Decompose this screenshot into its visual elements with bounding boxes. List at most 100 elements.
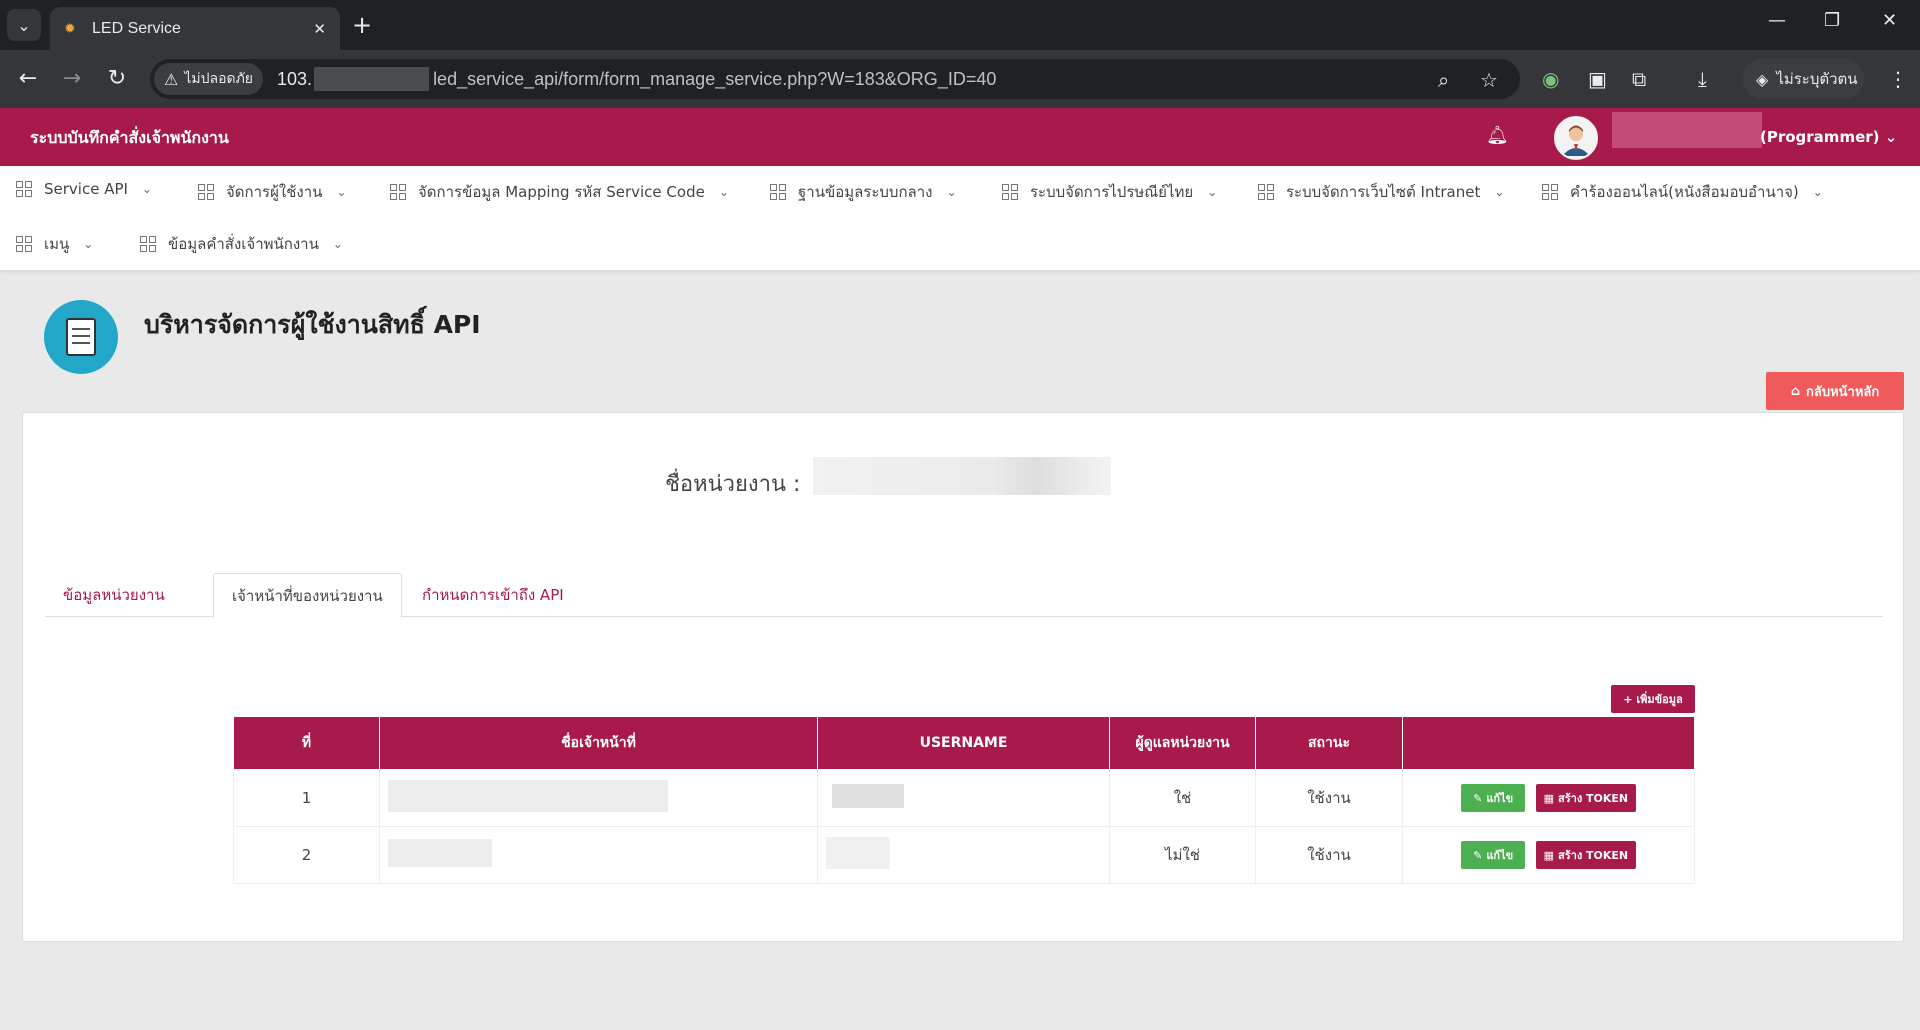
security-label: ไม่ปลอดภัย: [184, 71, 254, 87]
redacted-org-name: [813, 457, 1111, 495]
add-record-button[interactable]: + เพิ่มข้อมูล: [1611, 685, 1695, 713]
nav-item-label: ระบบจัดการไปรษณีย์ไทย: [1030, 183, 1194, 201]
user-avatar-icon: [1556, 118, 1596, 158]
grid-icon: [1542, 184, 1558, 200]
tab-search-button[interactable]: ⌄: [7, 9, 41, 41]
url-path: led_service_api/form/form_manage_service…: [433, 68, 997, 89]
nav-item-label: จัดการผู้ใช้งาน: [226, 183, 323, 201]
redacted-username: [1612, 112, 1762, 148]
token-label: สร้าง TOKEN: [1558, 849, 1629, 862]
nav-item-intranet[interactable]: ระบบจัดการเว็บไซต์ Intranet ⌄: [1258, 180, 1504, 204]
tab-org-staff[interactable]: เจ้าหน้าที่ของหน่วยงาน: [213, 573, 402, 618]
home-button[interactable]: ⌂ กลับหน้าหลัก: [1766, 372, 1904, 410]
redacted-host: [314, 67, 430, 91]
nav-item-service-api[interactable]: Service API ⌄: [16, 180, 152, 198]
cell-admin: ไม่ใช่: [1109, 826, 1256, 884]
extension-cast-icon[interactable]: ▣: [1588, 65, 1607, 93]
grid-icon: [198, 184, 214, 200]
chevron-down-icon: ⌄: [17, 15, 31, 35]
close-tab-icon[interactable]: ✕: [313, 20, 326, 38]
pencil-icon: ✎: [1473, 848, 1483, 862]
staff-table: ที่ ชื่อเจ้าหน้าที่ USERNAME ผู้ดูแลหน่ว…: [233, 716, 1695, 884]
chevron-down-icon: ⌄: [1494, 185, 1505, 199]
chevron-down-icon: ⌄: [1812, 185, 1823, 199]
nav-item-online-request[interactable]: คำร้องออนไลน์(หนังสือมอบอำนาจ) ⌄: [1542, 180, 1823, 204]
zoom-icon[interactable]: ⌕: [1438, 68, 1449, 92]
new-tab-button[interactable]: +: [352, 12, 372, 38]
nav-item-thai-post[interactable]: ระบบจัดการไปรษณีย์ไทย ⌄: [1002, 180, 1217, 204]
token-label: สร้าง TOKEN: [1558, 792, 1629, 805]
bookmark-star-icon[interactable]: ☆: [1480, 68, 1498, 92]
edit-label: แก้ไข: [1486, 849, 1514, 862]
cell-username: [817, 769, 1110, 827]
chevron-down-icon: ⌄: [83, 237, 94, 251]
back-icon[interactable]: ←: [14, 65, 42, 93]
minimize-icon[interactable]: —: [1768, 10, 1786, 31]
profile-label: ไม่ระบุตัวตน: [1776, 70, 1858, 88]
incognito-profile-chip[interactable]: ◈ ไม่ระบุตัวตน: [1742, 59, 1864, 99]
grid-icon: [770, 184, 786, 200]
table-row: 1 ใช่ ใช้งาน ✎ แก้ไข ▦ สร้าง TOKEN: [233, 769, 1695, 827]
cell-name: [379, 769, 818, 827]
avatar[interactable]: [1554, 116, 1598, 160]
url-host: 103.: [277, 68, 313, 89]
column-header-admin: ผู้ดูแลหน่วยงาน: [1109, 716, 1256, 770]
redacted-username: [832, 784, 904, 808]
nav-item-label: จัดการข้อมูล Mapping รหัส Service Code: [418, 183, 705, 201]
restore-icon[interactable]: ❐: [1824, 10, 1840, 31]
chevron-down-icon: ⌄: [141, 182, 152, 196]
downloads-icon[interactable]: ⤓: [1698, 65, 1707, 93]
favicon-icon: ✹: [64, 20, 76, 37]
column-header-status: สถานะ: [1255, 716, 1403, 770]
chevron-down-icon: ⌄: [1884, 128, 1898, 146]
grid-icon: [1002, 184, 1018, 200]
grid-icon: [1258, 184, 1274, 200]
edit-label: แก้ไข: [1486, 792, 1514, 805]
forward-icon[interactable]: →: [58, 65, 86, 93]
nav-item-label: ฐานข้อมูลระบบกลาง: [798, 183, 933, 201]
home-button-label: กลับหน้าหลัก: [1806, 384, 1880, 400]
reload-icon[interactable]: ↻: [103, 65, 131, 93]
home-icon: ⌂: [1790, 383, 1801, 399]
nav-item-label: เมนู: [44, 235, 70, 253]
nav-item-label: ระบบจัดการเว็บไซต์ Intranet: [1286, 183, 1481, 201]
chevron-down-icon: ⌄: [332, 237, 343, 251]
nav-item-mapping[interactable]: จัดการข้อมูล Mapping รหัส Service Code ⌄: [390, 180, 729, 204]
tab-title: LED Service: [92, 19, 181, 37]
cell-username: [817, 826, 1110, 884]
cell-status: ใช้งาน: [1255, 826, 1403, 884]
cell-admin: ใช่: [1109, 769, 1256, 827]
address-bar[interactable]: ⚠ ไม่ปลอดภัย 103. led_service_api/form/f…: [150, 59, 1520, 99]
create-token-button[interactable]: ▦ สร้าง TOKEN: [1535, 841, 1636, 869]
grid-icon: [16, 236, 32, 252]
cell-actions: ✎ แก้ไข ▦ สร้าง TOKEN: [1402, 769, 1695, 827]
app-title[interactable]: ระบบบันทึกคำสั่งเจ้าพนักงาน: [30, 126, 229, 151]
nav-item-user-management[interactable]: จัดการผู้ใช้งาน ⌄: [198, 180, 346, 204]
url-text[interactable]: 103. led_service_api/form/form_manage_se…: [277, 67, 996, 91]
pencil-icon: ✎: [1473, 791, 1483, 805]
tab-api-access[interactable]: กำหนดการเข้าถึง API: [404, 573, 582, 617]
grid-small-icon: ▦: [1543, 848, 1555, 862]
browser-menu-icon[interactable]: ⋮: [1888, 65, 1908, 93]
browser-tab[interactable]: ✹ LED Service ✕: [50, 7, 340, 50]
tab-org-info[interactable]: ข้อมูลหน่วยงาน: [45, 573, 183, 617]
extensions-puzzle-icon[interactable]: ⧉: [1632, 65, 1646, 93]
nav-item-orders[interactable]: ข้อมูลคำสั่งเจ้าพนักงาน ⌄: [140, 232, 343, 256]
edit-button[interactable]: ✎ แก้ไข: [1461, 784, 1526, 812]
nav-item-label: Service API: [44, 180, 128, 198]
chevron-down-icon: ⌄: [1207, 185, 1218, 199]
nav-item-central-db[interactable]: ฐานข้อมูลระบบกลาง ⌄: [770, 180, 957, 204]
user-menu[interactable]: (Programmer) ⌄: [1760, 128, 1897, 146]
security-chip[interactable]: ⚠ ไม่ปลอดภัย: [154, 63, 264, 95]
cell-no: 2: [233, 826, 380, 884]
grid-icon: [390, 184, 406, 200]
extension-download-icon[interactable]: ◉: [1542, 65, 1559, 93]
create-token-button[interactable]: ▦ สร้าง TOKEN: [1535, 784, 1636, 812]
column-header-username: USERNAME: [817, 716, 1110, 770]
cell-no: 1: [233, 769, 380, 827]
bell-icon[interactable]: 🔔︎: [1486, 125, 1509, 146]
nav-item-menu[interactable]: เมนู ⌄: [16, 232, 93, 256]
edit-button[interactable]: ✎ แก้ไข: [1461, 841, 1526, 869]
grid-small-icon: ▦: [1543, 791, 1555, 805]
close-window-icon[interactable]: ✕: [1882, 10, 1897, 31]
